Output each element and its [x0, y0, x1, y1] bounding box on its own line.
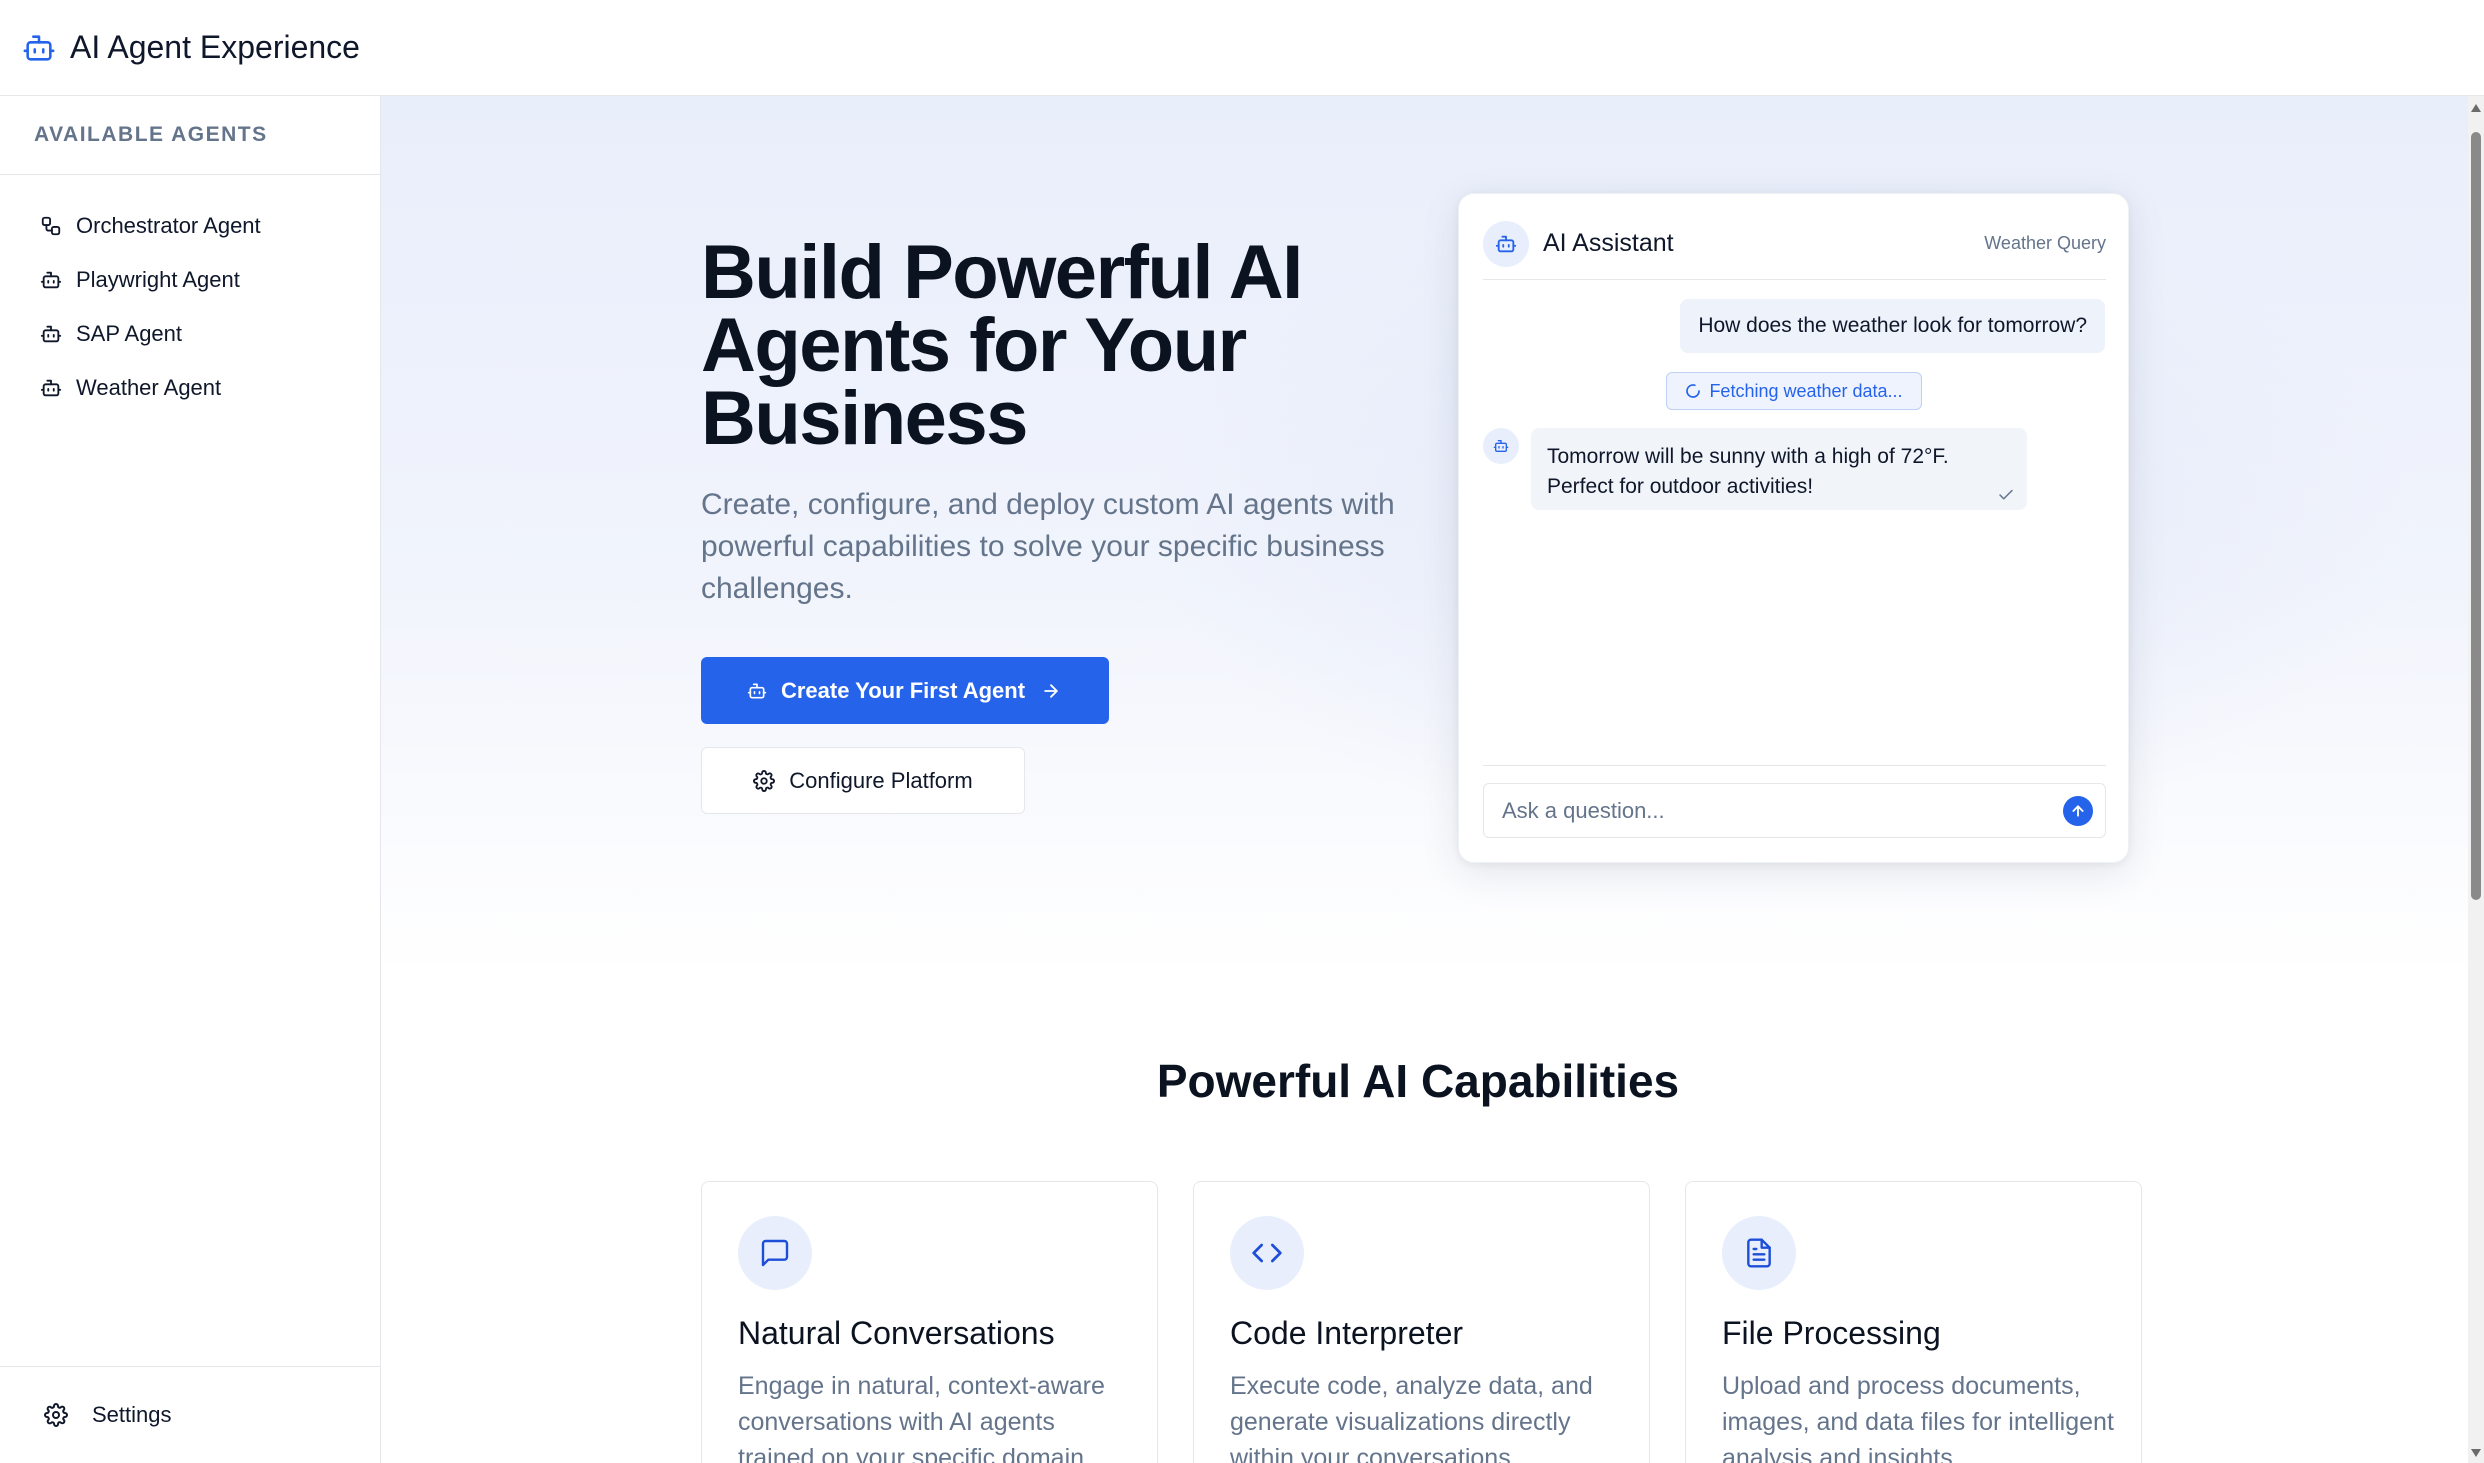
capability-description: Upload and process documents, images, an…: [1722, 1372, 2114, 1463]
bot-icon: [1493, 440, 1509, 452]
sidebar-item-weather-agent[interactable]: Weather Agent: [0, 361, 380, 415]
status-text: Fetching weather data...: [1709, 380, 1903, 401]
scroll-down-arrow[interactable]: [2471, 1449, 2481, 1457]
hero-subtitle: Create, configure, and deploy custom AI …: [701, 488, 1395, 605]
capability-card-natural-conversations: Natural Conversations Engage in natural,…: [701, 1181, 1158, 1463]
capabilities-title: Powerful AI Capabilities: [1156, 1055, 1680, 1107]
sidebar-item-label: Weather Agent: [76, 375, 222, 400]
capability-name: Code Interpreter: [1230, 1315, 1464, 1351]
spinner-icon: [1685, 382, 1703, 400]
bot-message-text: Tomorrow will be sunny with a high of 72…: [1547, 445, 1949, 498]
code-icon: [1230, 1216, 1304, 1290]
capability-card-file-processing: File Processing Upload and process docum…: [1685, 1181, 2142, 1463]
chat-title: AI Assistant: [1543, 229, 1674, 257]
scroll-thumb[interactable]: [2471, 132, 2481, 900]
hero-background: [381, 96, 2468, 976]
bot-avatar: [1483, 428, 1519, 464]
bot-icon: [40, 376, 64, 400]
sidebar-item-label: SAP Agent: [76, 321, 183, 346]
send-button[interactable]: [2063, 795, 2093, 826]
main-content: Build Powerful AI Agents for Your Busine…: [381, 96, 2468, 1463]
user-message: How does the weather look for tomorrow?: [1680, 299, 2105, 353]
capability-name: File Processing: [1722, 1315, 1941, 1351]
bot-icon: [747, 680, 769, 702]
sidebar: AVAILABLE AGENTS Orchestrator Agent Play…: [0, 96, 381, 1463]
capability-card-code-interpreter: Code Interpreter Execute code, analyze d…: [1193, 1181, 1650, 1463]
chat-header: AI Assistant Weather Query: [1483, 218, 2106, 280]
create-agent-button[interactable]: Create Your First Agent: [701, 657, 1109, 724]
bot-icon: [40, 268, 64, 292]
settings-link[interactable]: Settings: [0, 1366, 381, 1463]
chat-topic-tag: Weather Query: [1984, 233, 2106, 253]
chat-input[interactable]: [1484, 784, 2063, 837]
vertical-scrollbar[interactable]: [2468, 96, 2484, 1463]
chat-preview-card: AI Assistant Weather Query How does the …: [1458, 193, 2129, 863]
app-title: AI Agent Experience: [70, 29, 360, 65]
configure-platform-label: Configure Platform: [789, 767, 973, 793]
check-icon: [1999, 489, 2013, 500]
scroll-up-arrow[interactable]: [2471, 104, 2481, 112]
arrow-right-icon: [1041, 680, 1063, 702]
arrow-up-icon: [2072, 804, 2084, 817]
settings-label: Settings: [92, 1402, 172, 1427]
document-icon: [1722, 1216, 1796, 1290]
bot-avatar: [1483, 220, 1529, 267]
sidebar-item-playwright-agent[interactable]: Playwright Agent: [0, 253, 380, 307]
bot-icon: [1495, 235, 1517, 252]
sidebar-item-sap-agent[interactable]: SAP Agent: [0, 307, 380, 361]
bot-message: Tomorrow will be sunny with a high of 72…: [1531, 428, 2027, 510]
sidebar-item-label: Playwright Agent: [76, 267, 240, 292]
capability-description: Execute code, analyze data, and generate…: [1230, 1372, 1593, 1463]
configure-platform-button[interactable]: Configure Platform: [701, 747, 1025, 814]
capability-name: Natural Conversations: [738, 1315, 1055, 1351]
bot-icon: [40, 322, 64, 346]
top-bar: AI Agent Experience: [0, 0, 2484, 96]
gear-icon: [44, 1402, 70, 1428]
hero-title: Build Powerful AI Agents for Your Busine…: [701, 230, 1303, 461]
chat-bubble-icon: [738, 1216, 812, 1290]
workflow-icon: [40, 214, 64, 238]
sidebar-header: AVAILABLE AGENTS: [0, 96, 380, 175]
create-agent-label: Create Your First Agent: [780, 677, 1026, 703]
sidebar-item-label: Orchestrator Agent: [76, 213, 261, 238]
status-indicator: Fetching weather data...: [1666, 372, 1922, 410]
agent-list: Orchestrator Agent Playwright Agent SAP …: [0, 175, 380, 415]
sidebar-item-orchestrator-agent[interactable]: Orchestrator Agent: [0, 199, 380, 253]
bot-icon: [22, 30, 58, 66]
chat-input-bar: [1483, 783, 2106, 838]
chat-divider: [1483, 765, 2106, 766]
capability-description: Engage in natural, context-aware convers…: [738, 1372, 1105, 1463]
gear-icon: [753, 769, 777, 793]
